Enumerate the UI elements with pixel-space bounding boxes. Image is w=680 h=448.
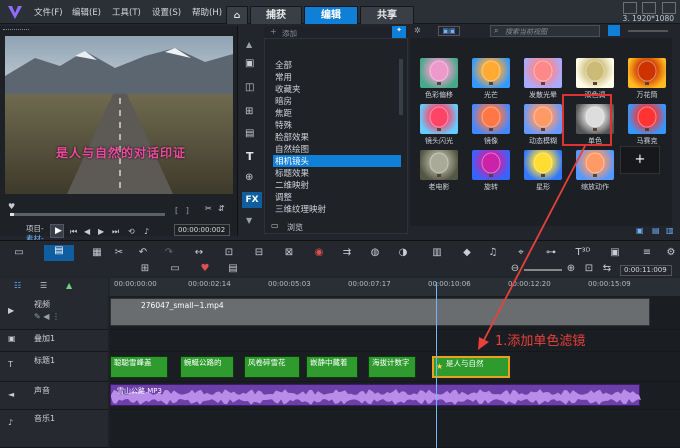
- app-window: 文件(F) 编辑(E) 工具(T) 设置(S) 帮助(H) ⌂ 捕获 编辑 共享…: [0, 0, 680, 448]
- annotation-arrow: [478, 145, 586, 350]
- annotation-text: 1.添加单色滤镜: [495, 334, 586, 349]
